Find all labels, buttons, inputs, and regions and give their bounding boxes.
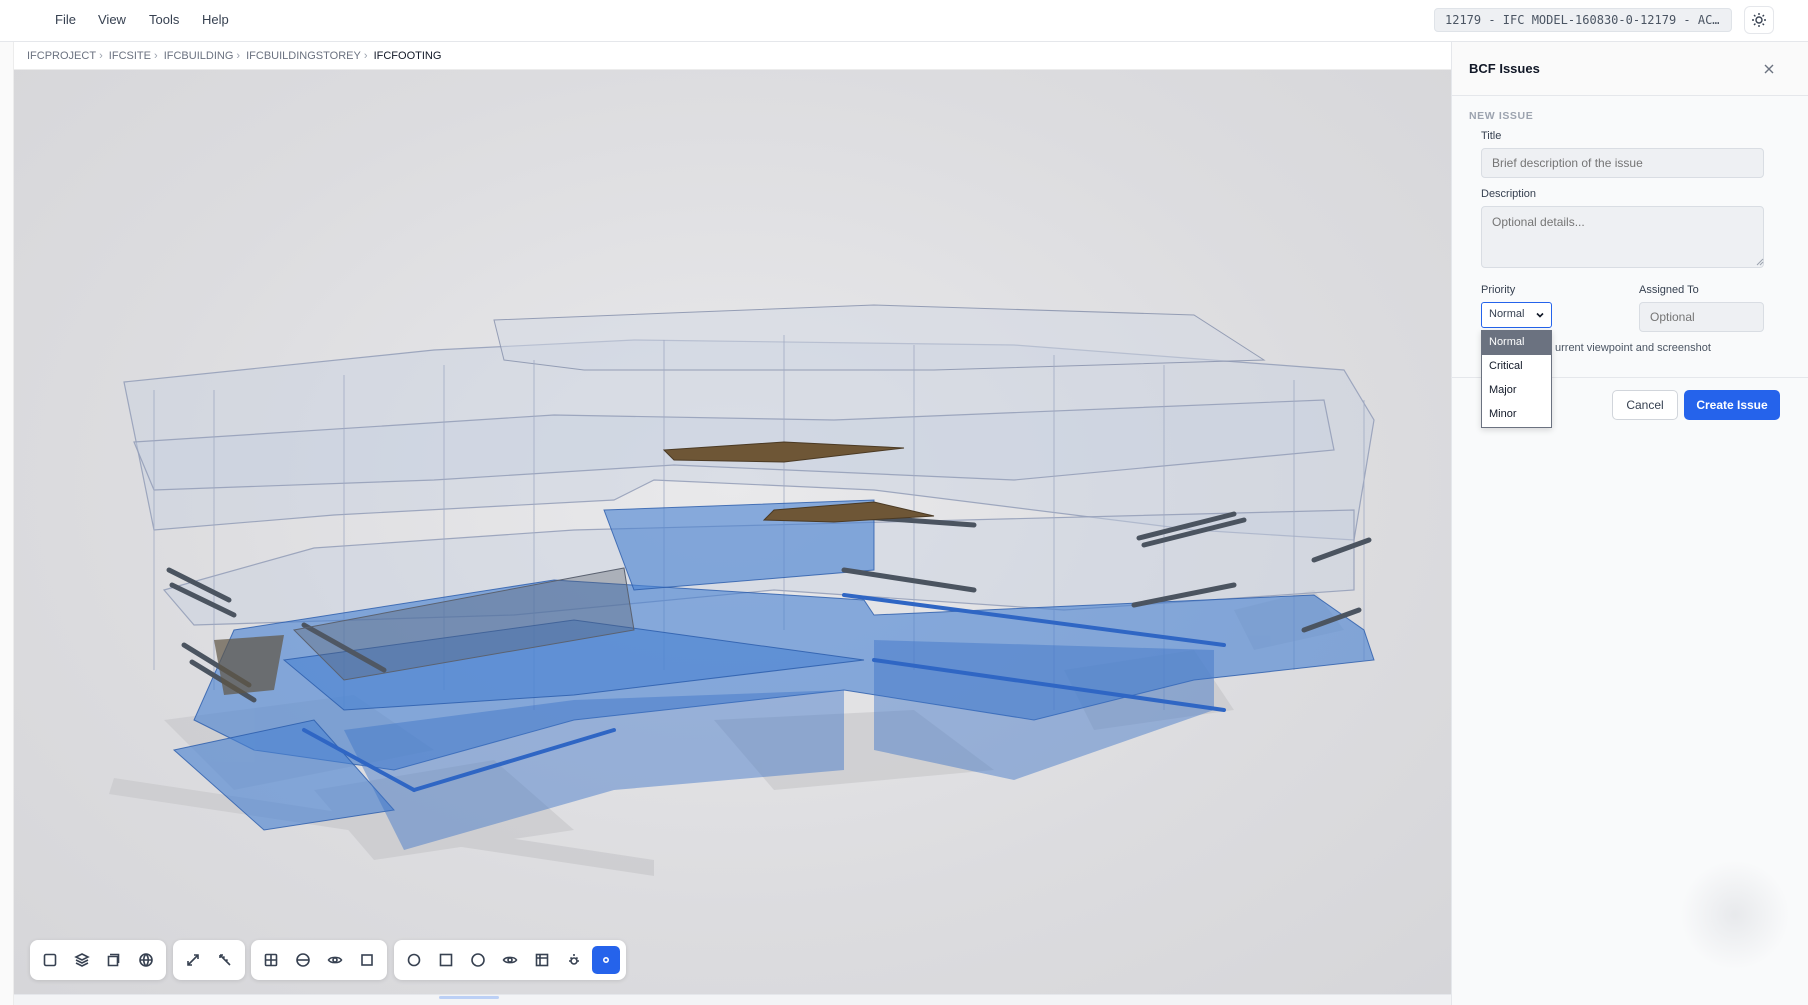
priority-label: Priority	[1481, 284, 1516, 296]
priority-option-major[interactable]: Major	[1482, 379, 1551, 403]
breadcrumb-item[interactable]: IFCPROJECT	[27, 50, 96, 62]
panel-title: BCF Issues	[1469, 61, 1540, 76]
frame-icon	[361, 954, 373, 966]
select-box-tool[interactable]	[36, 946, 64, 974]
expand-tool[interactable]	[179, 946, 207, 974]
expand-icon	[187, 954, 199, 966]
clip-plane-tool[interactable]	[289, 946, 317, 974]
background-glow	[1680, 860, 1790, 970]
globe-icon	[139, 953, 153, 967]
circle-icon	[407, 953, 421, 967]
section-label: NEW ISSUE	[1469, 110, 1534, 122]
menu-help[interactable]: Help	[196, 10, 235, 29]
visibility-tool[interactable]	[496, 946, 524, 974]
menu-tools[interactable]: Tools	[143, 10, 185, 29]
circle-tool[interactable]	[400, 946, 428, 974]
priority-dropdown-list: Normal Critical Major Minor	[1481, 330, 1552, 428]
breadcrumb: IFCPROJECT › IFCSITE › IFCBUILDING › IFCBUI…	[14, 42, 1451, 70]
toolbar-view-group	[173, 940, 245, 980]
close-panel-button[interactable]	[1758, 58, 1780, 80]
toolbar-selection-group	[30, 940, 166, 980]
breadcrumb-current: IFCFOOTING	[373, 50, 442, 62]
title-label: Title	[1481, 130, 1502, 142]
create-issue-button[interactable]: Create Issue	[1684, 390, 1780, 420]
include-viewpoint-label[interactable]: urrent viewpoint and screenshot	[1555, 342, 1711, 354]
grid-icon	[264, 953, 278, 967]
breadcrumb-item[interactable]: IFCSITE	[109, 50, 151, 62]
priority-select[interactable]: Normal	[1481, 302, 1552, 328]
grid-tool[interactable]	[257, 946, 285, 974]
eye-tool[interactable]	[321, 946, 349, 974]
breadcrumb-item[interactable]: IFCBUILDING	[164, 50, 234, 62]
layers-tool[interactable]	[68, 946, 96, 974]
measure-tool[interactable]	[211, 946, 239, 974]
model-file-name: 12179 - IFC MODEL-160830-0-12179 - AC…	[1434, 8, 1732, 32]
menu-view[interactable]: View	[92, 10, 132, 29]
priority-selected-value: Normal	[1489, 308, 1525, 320]
priority-option-normal[interactable]: Normal	[1482, 331, 1551, 355]
section-box-icon	[107, 953, 120, 967]
assigned-to-input[interactable]	[1639, 302, 1764, 332]
sun-icon	[1752, 13, 1766, 27]
square-tool[interactable]	[432, 946, 460, 974]
toolbar-display-group	[394, 940, 626, 980]
section-box-tool[interactable]	[100, 946, 128, 974]
sphere-icon	[471, 953, 485, 967]
breadcrumb-item[interactable]: IFCBUILDINGSTOREY	[246, 50, 361, 62]
visibility-icon	[502, 956, 518, 964]
priority-option-minor[interactable]: Minor	[1482, 403, 1551, 427]
measure-icon	[219, 954, 231, 966]
table-icon	[535, 953, 549, 967]
clip-plane-icon	[296, 953, 310, 967]
panel-header: BCF Issues	[1452, 42, 1808, 96]
target-icon	[603, 957, 610, 964]
priority-option-critical[interactable]: Critical	[1482, 355, 1551, 379]
toolbar-section-group	[251, 940, 387, 980]
assigned-to-label: Assigned To	[1639, 284, 1699, 296]
close-icon	[1764, 64, 1774, 74]
timeline-marker[interactable]	[439, 996, 499, 999]
left-edge-strip	[0, 42, 14, 1005]
frame-tool[interactable]	[353, 946, 381, 974]
cancel-button[interactable]: Cancel	[1612, 390, 1678, 420]
3d-viewport[interactable]	[14, 70, 1451, 994]
menu-file[interactable]: File	[49, 10, 82, 29]
building-model-render	[109, 304, 1375, 876]
square-icon	[439, 953, 453, 967]
sphere-tool[interactable]	[464, 946, 492, 974]
chevron-down-icon	[1536, 312, 1544, 318]
target-tool[interactable]	[592, 946, 620, 974]
eye-icon	[327, 956, 343, 964]
description-label: Description	[1481, 188, 1537, 200]
bcf-issues-panel: BCF Issues NEW ISSUE Title Description P…	[1451, 42, 1808, 1005]
light-tool[interactable]	[560, 946, 588, 974]
resize-grip-icon[interactable]	[1756, 258, 1764, 266]
theme-toggle-button[interactable]	[1744, 6, 1774, 34]
table-tool[interactable]	[528, 946, 556, 974]
menubar: File View Tools Help 12179 - IFC MODEL-1…	[0, 0, 1808, 42]
layers-icon	[74, 953, 90, 967]
globe-tool[interactable]	[132, 946, 160, 974]
select-box-icon	[43, 953, 57, 967]
issue-description-textarea[interactable]	[1481, 206, 1764, 268]
light-icon	[569, 954, 579, 965]
issue-title-input[interactable]	[1481, 148, 1764, 178]
timeline-strip	[14, 994, 1451, 1005]
